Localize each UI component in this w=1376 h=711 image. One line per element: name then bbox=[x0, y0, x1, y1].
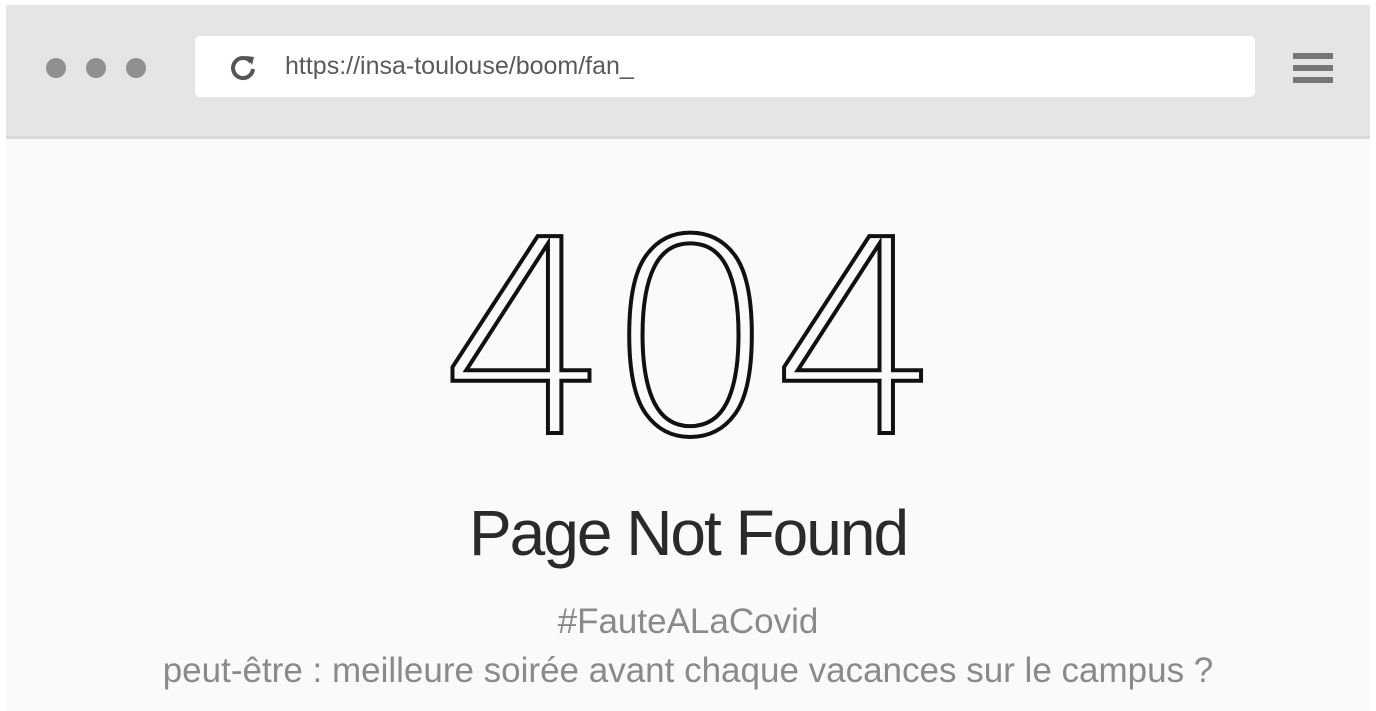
reload-icon[interactable] bbox=[229, 53, 257, 81]
page-title: Page Not Found bbox=[468, 497, 909, 569]
window-control-dot[interactable] bbox=[46, 58, 66, 78]
browser-window: https://insa-toulouse/boom/fan_ 404 Page… bbox=[6, 5, 1370, 711]
window-control-dot[interactable] bbox=[126, 58, 146, 78]
hamburger-menu-icon[interactable] bbox=[1293, 53, 1333, 83]
menu-bar bbox=[1293, 77, 1333, 83]
page-content: 404 Page Not Found #FauteALaCovid peut-ê… bbox=[6, 139, 1370, 711]
address-bar[interactable]: https://insa-toulouse/boom/fan_ bbox=[195, 36, 1255, 97]
menu-bar bbox=[1293, 53, 1333, 59]
url-text[interactable]: https://insa-toulouse/boom/fan_ bbox=[285, 36, 634, 97]
browser-toolbar: https://insa-toulouse/boom/fan_ bbox=[6, 5, 1370, 139]
error-code: 404 bbox=[437, 182, 944, 497]
hashtag-text: #FauteALaCovid bbox=[557, 602, 819, 641]
window-control-dot[interactable] bbox=[86, 58, 106, 78]
menu-bar bbox=[1293, 65, 1333, 71]
caption-text: peut-être : meilleure soirée avant chaqu… bbox=[162, 651, 1214, 690]
